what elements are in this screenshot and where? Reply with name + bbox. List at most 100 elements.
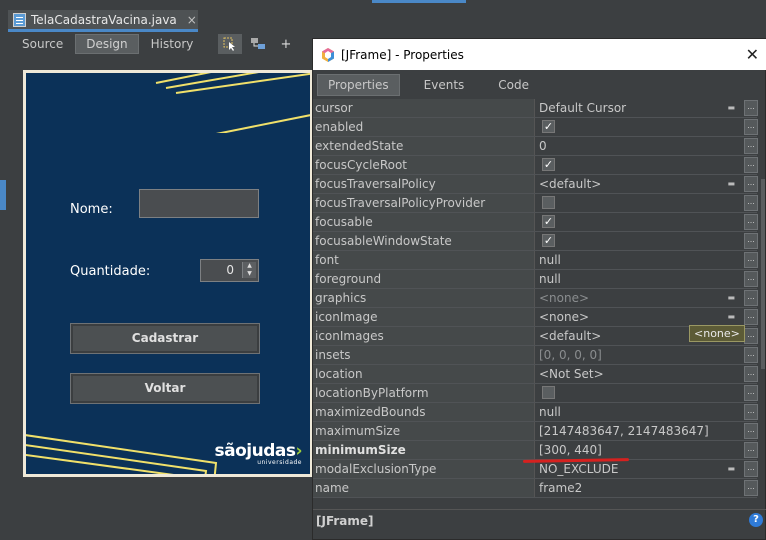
tab-design[interactable]: Design — [75, 34, 139, 54]
checkbox-unchecked[interactable] — [542, 386, 555, 399]
property-row[interactable]: maximizedBounds null... — [313, 403, 758, 422]
tab-code[interactable]: Code — [488, 75, 539, 95]
property-editor-button[interactable]: ... — [744, 138, 758, 154]
property-row[interactable]: focusCycleRoot ✓... — [313, 156, 758, 175]
property-editor-button[interactable]: ... — [744, 385, 758, 401]
property-value[interactable]: frame2 — [536, 479, 741, 497]
property-editor-button[interactable]: ... — [744, 328, 758, 344]
property-value[interactable]: null — [536, 251, 741, 269]
property-value[interactable]: 0 — [536, 137, 741, 155]
property-value[interactable]: <default> ▬ — [536, 175, 741, 193]
property-value[interactable]: ✓ — [536, 118, 741, 136]
close-tab-icon[interactable]: × — [187, 13, 197, 27]
property-value[interactable]: null — [536, 403, 741, 421]
property-value[interactable]: NO_EXCLUDE ▬ — [536, 460, 741, 478]
property-editor-button[interactable]: ... — [744, 195, 758, 211]
jframe-preview[interactable]: Nome: Quantidade: 0 ▲ ▼ Cadastrar Voltar… — [26, 73, 310, 474]
property-row[interactable]: modalExclusionType NO_EXCLUDE ▬... — [313, 460, 758, 479]
checkbox-checked[interactable]: ✓ — [542, 215, 555, 228]
property-editor-button[interactable]: ... — [744, 461, 758, 477]
property-row[interactable]: focusTraversalPolicy <default> ▬... — [313, 175, 758, 194]
checkbox-checked[interactable]: ✓ — [542, 234, 555, 247]
cadastrar-button[interactable]: Cadastrar — [70, 323, 260, 354]
property-row[interactable]: extendedState 0... — [313, 137, 758, 156]
close-icon[interactable]: ✕ — [746, 45, 759, 64]
help-icon[interactable]: ? — [749, 513, 763, 527]
dialog-tabs: Properties Events Code — [313, 71, 766, 99]
add-button[interactable]: + — [274, 34, 298, 54]
checkbox-unchecked[interactable] — [542, 196, 555, 209]
property-editor-button[interactable]: ... — [744, 309, 758, 325]
property-row[interactable]: graphics <none> ▬... — [313, 289, 758, 308]
property-row[interactable]: cursor Default Cursor ▬... — [313, 99, 758, 118]
property-value[interactable]: <none> ▬ — [536, 289, 741, 307]
voltar-button[interactable]: Voltar — [70, 373, 260, 404]
property-value[interactable]: ✓ — [536, 232, 741, 250]
checkbox-checked[interactable]: ✓ — [542, 158, 555, 171]
property-editor-button[interactable]: ... — [744, 271, 758, 287]
property-editor-button[interactable]: ... — [744, 404, 758, 420]
dropdown-arrow-icon[interactable]: ▬ — [727, 460, 735, 478]
property-name: name — [313, 479, 535, 497]
dropdown-arrow-icon[interactable]: ▬ — [727, 308, 735, 326]
property-row[interactable]: enabled ✓... — [313, 118, 758, 137]
property-value[interactable] — [536, 384, 741, 402]
property-row[interactable]: focusableWindowState ✓... — [313, 232, 758, 251]
property-row[interactable]: locationByPlatform... — [313, 384, 758, 403]
property-editor-button[interactable]: ... — [744, 290, 758, 306]
property-editor-button[interactable]: ... — [744, 252, 758, 268]
property-row[interactable]: location <Not Set>... — [313, 365, 758, 384]
property-row[interactable]: font null... — [313, 251, 758, 270]
properties-dialog: [JFrame] - Properties ✕ Properties Event… — [312, 38, 766, 540]
connection-mode-button[interactable] — [246, 34, 270, 54]
spinner-arrows[interactable]: ▲ ▼ — [242, 262, 256, 278]
property-value[interactable]: <Not Set> — [536, 365, 741, 383]
spinner-down-icon[interactable]: ▼ — [243, 270, 256, 278]
property-row[interactable]: name frame2... — [313, 479, 758, 498]
select-cursor-icon — [223, 37, 235, 51]
checkbox-checked[interactable]: ✓ — [542, 120, 555, 133]
property-editor-button[interactable]: ... — [744, 100, 758, 116]
dropdown-arrow-icon[interactable]: ▬ — [727, 99, 735, 117]
selection-mode-button[interactable] — [218, 34, 242, 54]
design-canvas[interactable]: Nome: Quantidade: 0 ▲ ▼ Cadastrar Voltar… — [23, 70, 313, 477]
property-editor-button[interactable]: ... — [744, 423, 758, 439]
property-editor-button[interactable]: ... — [744, 176, 758, 192]
tab-history[interactable]: History — [141, 35, 204, 53]
property-editor-button[interactable]: ... — [744, 366, 758, 382]
property-value[interactable]: [300, 440] — [536, 441, 741, 459]
property-row[interactable]: foreground null... — [313, 270, 758, 289]
dropdown-arrow-icon[interactable]: ▬ — [727, 289, 735, 307]
property-row[interactable]: minimumSize [300, 440]... — [313, 441, 758, 460]
property-value[interactable]: ✓ — [536, 156, 741, 174]
quantidade-spinner[interactable]: 0 ▲ ▼ — [200, 259, 259, 282]
property-row[interactable]: maximumSize [2147483647, 2147483647]... — [313, 422, 758, 441]
property-editor-button[interactable]: ... — [744, 119, 758, 135]
property-value[interactable]: [2147483647, 2147483647] — [536, 422, 741, 440]
tab-source[interactable]: Source — [12, 35, 73, 53]
property-row[interactable]: focusable ✓... — [313, 213, 758, 232]
property-editor-button[interactable]: ... — [744, 442, 758, 458]
tab-events[interactable]: Events — [414, 75, 475, 95]
property-value[interactable] — [536, 194, 741, 212]
property-value[interactable]: [0, 0, 0, 0] — [536, 346, 741, 364]
property-editor-button[interactable]: ... — [744, 214, 758, 230]
property-row[interactable]: focusTraversalPolicyProvider... — [313, 194, 758, 213]
property-value[interactable]: Default Cursor ▬ — [536, 99, 741, 117]
property-value[interactable]: <none> ▬ — [536, 308, 741, 326]
properties-scrollbar[interactable] — [761, 179, 765, 369]
spinner-up-icon[interactable]: ▲ — [243, 262, 256, 270]
property-editor-button[interactable]: ... — [744, 157, 758, 173]
property-editor-button[interactable]: ... — [744, 233, 758, 249]
dropdown-arrow-icon[interactable]: ▬ — [727, 175, 735, 193]
property-name: font — [313, 251, 535, 269]
property-value[interactable]: ✓ — [536, 213, 741, 231]
tab-properties[interactable]: Properties — [317, 74, 400, 96]
property-editor-button[interactable]: ... — [744, 347, 758, 363]
property-row[interactable]: insets [0, 0, 0, 0]... — [313, 346, 758, 365]
nome-input[interactable] — [139, 189, 259, 218]
property-value[interactable]: null — [536, 270, 741, 288]
property-editor-button[interactable]: ... — [744, 480, 758, 496]
dialog-titlebar[interactable]: [JFrame] - Properties ✕ — [313, 39, 766, 70]
file-tab[interactable]: TelaCadastraVacina.java × — [8, 10, 198, 32]
